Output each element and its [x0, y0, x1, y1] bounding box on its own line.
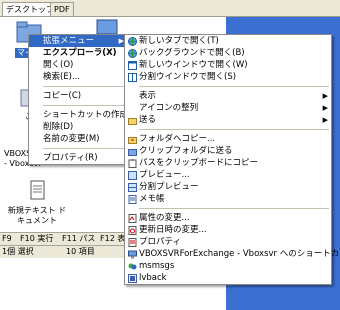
submenu-item-17[interactable]: 更新日時の変更...	[125, 224, 331, 236]
submenu-arrow-icon: ▶	[322, 116, 328, 124]
menu-item-label: フォルダへコピー...	[139, 134, 216, 144]
submenu-item-5[interactable]: 表示 ▶	[125, 90, 331, 102]
context-menu-item-5[interactable]: コピー(C)	[29, 90, 127, 102]
menu-separator	[43, 86, 125, 87]
clip-folder-icon	[128, 147, 137, 156]
fkey-f10[interactable]: F10 実行	[20, 233, 53, 245]
menu-item-label: 属性の変更...	[139, 213, 190, 223]
menu-item-label: アイコンの整列	[139, 103, 199, 113]
menu-item-label: コピー(C)	[43, 91, 82, 101]
context-menu-item-7[interactable]: ショートカットの作成(S)	[29, 109, 140, 121]
menu-item-label: 検索(E)...	[43, 72, 81, 82]
menu-item-label: 表示	[139, 91, 157, 101]
submenu-item-11[interactable]: パスをクリップボードにコピー	[125, 157, 331, 169]
messenger-icon	[128, 262, 137, 271]
split-window-icon	[128, 73, 137, 82]
submenu-item-10[interactable]: クリップフォルダに送る	[125, 145, 331, 157]
context-menu-item-1[interactable]: エクスプローラ(X)	[29, 47, 127, 59]
submenu-item-9[interactable]: フォルダへコピー...	[125, 133, 331, 145]
notepad-icon	[128, 195, 137, 204]
menu-item-label: プロパティ	[139, 237, 181, 247]
preview-icon	[128, 171, 137, 180]
submenu-item-21[interactable]: lvback	[125, 272, 331, 284]
menu-item-label: VBOXSVRForExchange - Vboxsvr へのショートカット	[139, 249, 340, 259]
menu-separator	[43, 105, 125, 106]
menu-item-label: バックグラウンドで開く(B)	[139, 48, 245, 58]
selection-count: 1個 選択	[2, 247, 34, 256]
menu-item-label: 分割プレビュー	[139, 182, 199, 192]
properties-icon	[128, 238, 137, 247]
submenu-item-14[interactable]: メモ帳	[125, 193, 331, 205]
menu-item-label: 拡張メニュー	[43, 36, 95, 46]
extended-submenu: 新しいタブで開く(T) バックグラウンドで開く(B) 新しいウインドウで開く(W) 分…	[124, 34, 340, 285]
submenu-item-13[interactable]: 分割プレビュー	[125, 181, 331, 193]
globe-icon	[128, 37, 137, 46]
menu-separator	[43, 148, 125, 149]
context-menu: 拡張メニュー ▶ エクスプローラ(X) 開く(O) 検索(E)... コピー(C) ショート…	[28, 34, 140, 165]
menu-separator	[139, 208, 329, 209]
menu-item-label: 更新日時の変更...	[139, 225, 207, 235]
menu-item-label: プレビュー...	[139, 170, 190, 180]
app-icon	[128, 274, 137, 283]
desktop-icon-new-text[interactable]: 新規テキスト ド キュメント	[0, 179, 74, 226]
copy-folder-icon	[128, 135, 137, 144]
menu-item-label: 開く(O)	[43, 60, 74, 70]
menu-item-label: 新しいタブで開く(T)	[139, 36, 219, 46]
menu-item-label: 新しいウインドウで開く(W)	[139, 60, 248, 70]
menu-item-label: クリップフォルダに送る	[139, 146, 233, 156]
item-count: 10 項目	[66, 247, 95, 256]
submenu-item-7[interactable]: 送る ▶	[125, 114, 331, 126]
submenu-item-20[interactable]: msmsgs	[125, 260, 331, 272]
split-preview-icon	[128, 183, 137, 192]
fkey-f11[interactable]: F11 パス	[62, 233, 95, 245]
tab-bar: デスクトップ PDF	[0, 0, 340, 17]
submenu-item-19[interactable]: VBOXSVRForExchange - Vboxsvr へのショートカット	[125, 248, 340, 260]
menu-separator	[139, 129, 329, 130]
submenu-item-18[interactable]: プロパティ	[125, 236, 331, 248]
menu-item-label: 削除(D)	[43, 122, 74, 132]
submenu-arrow-icon: ▶	[322, 104, 328, 112]
text-file-icon	[30, 180, 45, 200]
menu-separator	[139, 86, 329, 87]
menu-item-label: エクスプローラ(X)	[43, 48, 117, 58]
submenu-item-16[interactable]: 属性の変更...	[125, 212, 331, 224]
submenu-item-2[interactable]: 新しいウインドウで開く(W)	[125, 59, 331, 71]
context-menu-item-11[interactable]: プロパティ(R)	[29, 152, 127, 164]
submenu-item-12[interactable]: プレビュー...	[125, 169, 331, 181]
menu-item-label: 名前の変更(M)	[43, 134, 100, 144]
menu-item-label: lvback	[139, 273, 167, 283]
submenu-item-0[interactable]: 新しいタブで開く(T)	[125, 35, 331, 47]
menu-item-label: メモ帳	[139, 194, 165, 204]
context-menu-item-8[interactable]: 削除(D)	[29, 121, 127, 133]
attribute-icon	[128, 214, 137, 223]
submenu-item-1[interactable]: バックグラウンドで開く(B)	[125, 47, 331, 59]
network-icon	[128, 250, 137, 259]
submenu-item-3[interactable]: 分割ウインドウで開く(S)	[125, 71, 331, 83]
window-icon	[128, 61, 137, 70]
menu-item-label: 分割ウインドウで開く(S)	[139, 72, 237, 82]
context-menu-item-2[interactable]: 開く(O)	[29, 59, 127, 71]
fkey-f9[interactable]: F9	[2, 233, 12, 245]
menu-item-label: プロパティ(R)	[43, 153, 98, 163]
clipboard-icon	[128, 159, 137, 168]
context-menu-item-9[interactable]: 名前の変更(M)	[29, 133, 127, 145]
file-manager-window: デスクトップ PDF マイド こ VBOXSVR - Vboxsvr	[0, 0, 340, 310]
context-menu-item-3[interactable]: 検索(E)...	[29, 71, 127, 83]
desktop-icon-label: 新規テキスト ド キュメント	[7, 206, 67, 225]
tab-pdf[interactable]: PDF	[50, 2, 74, 16]
globe-icon	[128, 49, 137, 58]
submenu-item-6[interactable]: アイコンの整列 ▶	[125, 102, 331, 114]
folder-icon	[128, 116, 137, 125]
clock-icon	[128, 226, 137, 235]
menu-item-label: msmsgs	[139, 261, 175, 271]
submenu-arrow-icon: ▶	[322, 92, 328, 100]
context-menu-item-0[interactable]: 拡張メニュー ▶	[29, 35, 127, 47]
menu-item-label: パスをクリップボードにコピー	[139, 158, 259, 168]
menu-item-label: 送る	[139, 115, 157, 125]
